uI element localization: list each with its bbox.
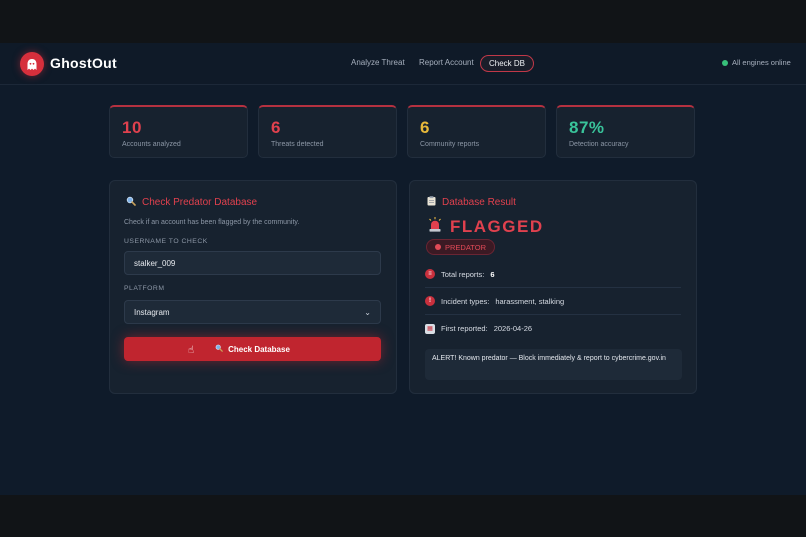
platform-value: Instagram: [134, 307, 170, 317]
nav-analyze-threat[interactable]: Analyze Threat: [351, 58, 405, 67]
siren-icon: [428, 217, 442, 237]
red-dot-icon: [435, 244, 441, 250]
app-window: GhostOut Analyze Threat Report Account C…: [0, 43, 806, 495]
stat-label: Threats detected: [271, 141, 324, 148]
brand-name[interactable]: GhostOut: [50, 55, 117, 71]
magnifier-icon: [215, 344, 223, 354]
stat-value: 10: [122, 118, 142, 137]
bottom-letterbox: [0, 495, 806, 537]
check-panel-title: Check Predator Database: [126, 196, 257, 209]
first-reported-label: First reported:: [441, 324, 488, 333]
result-panel-title-text: Database Result: [442, 197, 516, 208]
check-database-label: Check Database: [228, 344, 290, 354]
report-icon: ≡: [425, 269, 435, 279]
platform-label: PLATFORM: [124, 285, 165, 292]
stat-label: Accounts analyzed: [122, 141, 181, 148]
verdict: FLAGGED: [428, 217, 544, 237]
engine-status-text: All engines online: [732, 58, 791, 67]
incident-types-value: harassment, stalking: [495, 296, 565, 306]
ghost-logo-icon[interactable]: [20, 52, 44, 76]
alert-box: ALERT! Known predator — Block immediatel…: [425, 349, 682, 380]
exclamation-icon: !: [425, 296, 435, 306]
stat-card-community: 6 Community reports: [407, 105, 546, 158]
nav-report-account[interactable]: Report Account: [419, 58, 474, 67]
online-dot-icon: [722, 59, 728, 66]
hand-cursor-icon: ☝: [188, 345, 195, 356]
calendar-icon: ▦: [425, 323, 435, 334]
check-database-button[interactable]: Check Database ☝: [124, 337, 381, 361]
nav-check-db[interactable]: Check DB: [480, 55, 535, 72]
check-hint: Check if an account has been flagged by …: [124, 219, 300, 226]
predator-badge: PREDATOR: [426, 239, 495, 255]
username-input[interactable]: stalker_009: [124, 251, 381, 275]
incident-types-row: ! Incident types: harassment, stalking: [425, 288, 681, 315]
navbar: GhostOut Analyze Threat Report Account C…: [0, 43, 806, 85]
username-label: USERNAME TO CHECK: [124, 238, 208, 245]
predator-badge-text: PREDATOR: [445, 242, 486, 252]
stat-value: 6: [271, 118, 281, 137]
stat-value: 87%: [569, 118, 605, 137]
engine-status: All engines online: [722, 58, 791, 67]
stat-value: 6: [420, 118, 430, 137]
clipboard-icon: [427, 196, 436, 209]
database-result-panel: Database Result FLAGGED PREDATOR ≡ Total…: [409, 180, 697, 394]
stat-card-threats: 6 Threats detected: [258, 105, 397, 158]
platform-select[interactable]: Instagram ⌄: [124, 300, 381, 324]
total-reports-row: ≡ Total reports: 6: [425, 261, 681, 288]
incident-types-label: Incident types:: [441, 296, 490, 306]
first-reported-row: ▦ First reported: 2026-04-26: [425, 315, 681, 342]
username-value: stalker_009: [134, 258, 176, 268]
stat-label: Detection accuracy: [569, 141, 629, 148]
stat-label: Community reports: [420, 141, 480, 148]
total-reports-label: Total reports:: [441, 269, 485, 279]
chevron-down-icon: ⌄: [364, 307, 371, 317]
stat-card-accuracy: 87% Detection accuracy: [556, 105, 695, 158]
total-reports-value: 6: [490, 269, 495, 279]
check-database-panel: Check Predator Database Check if an acco…: [109, 180, 397, 394]
magnifier-icon: [126, 196, 136, 209]
result-panel-title: Database Result: [427, 196, 516, 209]
first-reported-value: 2026-04-26: [493, 324, 533, 333]
stat-card-accounts: 10 Accounts analyzed: [109, 105, 248, 158]
top-letterbox: [0, 0, 806, 43]
check-panel-title-text: Check Predator Database: [142, 197, 258, 208]
verdict-text: FLAGGED: [450, 217, 544, 236]
